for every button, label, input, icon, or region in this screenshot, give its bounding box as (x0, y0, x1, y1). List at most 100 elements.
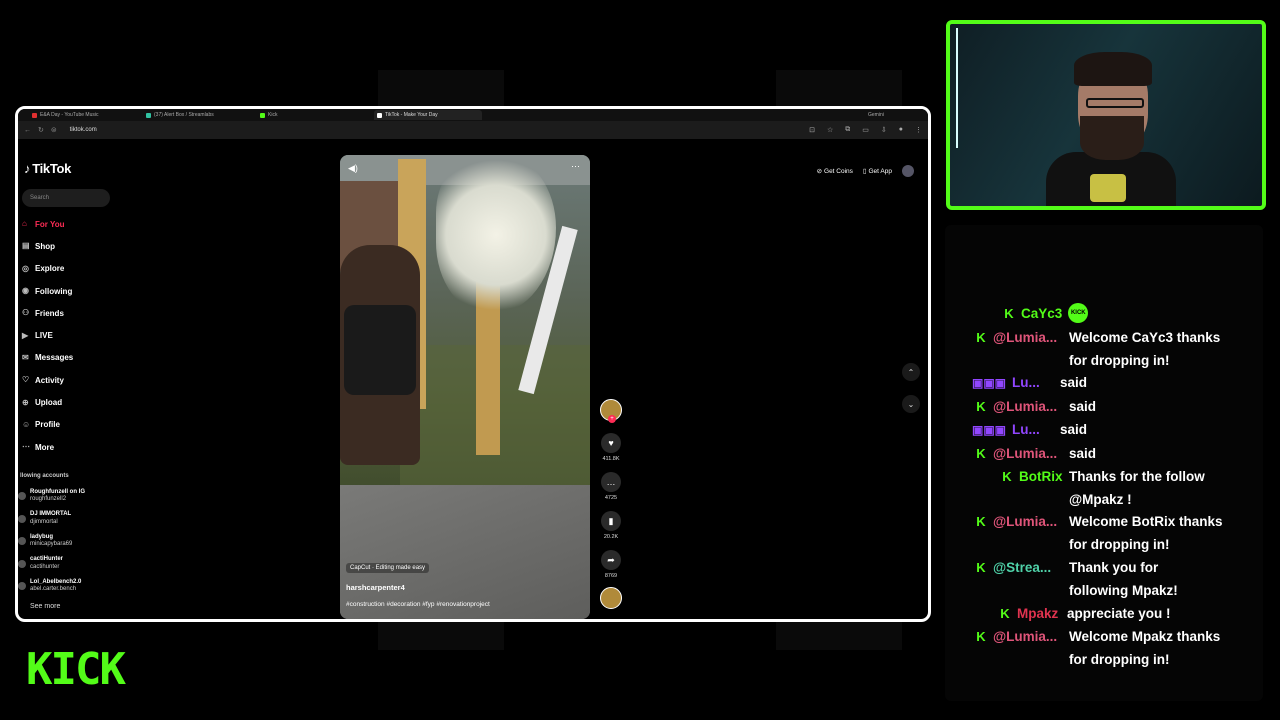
following-account[interactable]: cactiHunter cactihunter (18, 553, 138, 576)
kick-badge-icon: KICK (1068, 303, 1089, 323)
explore-icon: ◎ (22, 263, 29, 273)
comment-icon[interactable]: … (601, 472, 621, 492)
nav-item-activity[interactable]: ♡ Activity (22, 369, 142, 391)
bookmark-star-icon[interactable]: ☆ (827, 126, 833, 134)
stream-overlay: E&A Day - YouTube Music (37) Alert Box /… (0, 0, 1280, 720)
video-actions: + ♥ 411.8K … 4725 ▮ 20.2K ➦ 8769 (596, 399, 626, 619)
tab-bar: E&A Day - YouTube Music (37) Alert Box /… (18, 109, 928, 121)
chat-username[interactable]: Mpakz (1017, 603, 1061, 626)
chat-username[interactable]: @Lumia... (993, 396, 1063, 419)
browser-tab[interactable]: (37) Alert Box / Streamlabs (146, 112, 254, 118)
url-field[interactable]: tiktok.com (70, 127, 97, 133)
account-display-name: cactiHunter (30, 556, 64, 563)
phone-icon: ▯ (862, 168, 867, 175)
nav-item-more[interactable]: ⋯ More (22, 436, 142, 458)
chevron-up-icon[interactable]: ⌃ (902, 363, 920, 381)
reload-icon[interactable]: ↻ (38, 126, 44, 134)
nav-item-friends[interactable]: ⚇ Friends (22, 302, 142, 324)
capcut-label[interactable]: CapCut · Editing made easy (346, 563, 430, 573)
like-action[interactable]: ♥ 411.8K (596, 433, 626, 462)
profile-icon: ☺ (22, 419, 31, 429)
browser-tab[interactable]: Kick (260, 112, 368, 118)
follow-plus-icon[interactable]: + (608, 415, 616, 423)
account-names: ladybug minicapybara69 (30, 534, 72, 549)
following-account[interactable]: Roughfunzell on IG roughfunzell2 (18, 485, 138, 508)
following-account[interactable]: DJ IMMORTAL djimmortal (18, 508, 138, 531)
search-input[interactable]: Search (22, 189, 110, 207)
nav-item-profile[interactable]: ☺ Profile (22, 414, 142, 436)
see-more-link[interactable]: See more (30, 603, 60, 610)
video-sidewalk (340, 485, 590, 619)
chat-username[interactable]: @Lumia... (993, 626, 1063, 649)
chat-text: Welcome Mpakz thanks for dropping in! (1069, 629, 1221, 667)
streamlabs-icon (146, 112, 151, 118)
browser-tab[interactable]: E&A Day - YouTube Music (32, 112, 140, 118)
sidebar-icon[interactable]: ▭ (862, 126, 869, 134)
following-account[interactable]: Lol_Abelbench2.0 abel.carter.bench (18, 575, 138, 598)
nav-item-shop[interactable]: ▤ Shop (22, 235, 142, 257)
following-accounts-header: llowing accounts (20, 473, 69, 479)
following-account[interactable]: ladybug minicapybara69 (18, 530, 138, 553)
share-icon[interactable]: ➦ (601, 550, 621, 570)
menu-icon[interactable]: ⋮ (915, 126, 922, 134)
nav-item-upload[interactable]: ⊕ Upload (22, 391, 142, 413)
browser-tab-active[interactable]: TikTok - Make Your Day (374, 110, 482, 120)
tiktok-icon (377, 112, 382, 118)
install-icon[interactable]: ⊡ (809, 126, 815, 134)
creator-avatar[interactable]: + (600, 399, 622, 423)
get-coins-button[interactable]: ⊘ Get Coins (817, 167, 853, 176)
nav-item-following[interactable]: ◉ Following (22, 280, 142, 302)
chat-username[interactable]: @Lumia... (993, 327, 1063, 350)
chat-username[interactable]: @Strea... (993, 557, 1063, 580)
following-icon: ◉ (22, 286, 29, 296)
downloads-icon[interactable]: ⇩ (881, 126, 887, 134)
comment-action[interactable]: … 4725 (596, 472, 626, 501)
get-app-button[interactable]: ▯ Get App (862, 167, 892, 176)
nav-item-label: Shop (35, 241, 55, 251)
nav-item-for-you[interactable]: ⌂ For You (22, 213, 142, 235)
heart-icon[interactable]: ♥ (601, 433, 621, 453)
more-options-icon[interactable]: ⋯ (571, 161, 580, 172)
twitch-badges-icon: ▣▣▣ (972, 423, 1007, 437)
nav-item-label: Explore (35, 264, 65, 274)
chevron-down-icon[interactable]: ⌄ (902, 395, 920, 413)
chat-username[interactable]: @Lumia... (993, 443, 1063, 466)
user-avatar[interactable] (902, 165, 914, 177)
nav-item-label: More (35, 442, 55, 452)
back-icon[interactable]: ← (24, 127, 31, 134)
chat-message: K @Lumia... Welcome BotRix thanks for dr… (975, 511, 1255, 556)
chat-message: K @Lumia... said (975, 443, 1096, 466)
kick-platform-icon: K (976, 399, 986, 414)
following-accounts-list: Roughfunzell on IG roughfunzell2 DJ IMMORT… (18, 485, 138, 598)
chat-text: said (1060, 375, 1088, 390)
extensions-icon[interactable]: ⧉ (845, 126, 850, 134)
video-player[interactable]: ◀) ⋯ CapCut · Editing made easy harshcar… (340, 155, 590, 619)
chat-username[interactable]: Lu... (1012, 372, 1054, 395)
save-action[interactable]: ▮ 20.2K (596, 511, 626, 540)
volume-icon[interactable]: ◀) (348, 163, 358, 174)
share-action[interactable]: ➦ 8769 (596, 550, 626, 579)
account-handle: djimmortal (30, 518, 58, 525)
chat-message: K @Lumia... Welcome CaYc3 thanks for dro… (975, 327, 1255, 372)
kick-platform-icon: K (1004, 306, 1014, 321)
kick-platform-icon: K (976, 629, 986, 644)
browser-tab[interactable]: Gemini (868, 112, 928, 118)
nav-item-live[interactable]: ▶ LIVE (22, 324, 142, 346)
profile-icon[interactable]: ● (899, 126, 903, 134)
account-display-name: ladybug (30, 533, 54, 540)
share-count: 8769 (604, 573, 618, 579)
chat-username[interactable]: CaYc3 (1021, 303, 1062, 326)
webcam-background-light (956, 28, 958, 148)
video-hashtags[interactable]: #construction #decoration #fyp #renovati… (346, 601, 490, 608)
nav-item-messages[interactable]: ✉ Messages (22, 347, 142, 369)
activity-icon: ♡ (22, 375, 30, 385)
chat-username[interactable]: BotRix (1019, 466, 1063, 489)
bookmark-icon[interactable]: ▮ (601, 511, 621, 531)
tiktok-logo[interactable]: ♪ TikTok (24, 161, 71, 176)
chat-username[interactable]: Lu... (1012, 419, 1054, 442)
chat-username[interactable]: @Lumia... (993, 511, 1063, 534)
nav-item-explore[interactable]: ◎ Explore (22, 258, 142, 280)
music-disc-icon[interactable] (600, 587, 622, 609)
site-info-icon[interactable]: ⊜ (51, 126, 57, 134)
video-author[interactable]: harshcarpenter4 (346, 583, 405, 592)
